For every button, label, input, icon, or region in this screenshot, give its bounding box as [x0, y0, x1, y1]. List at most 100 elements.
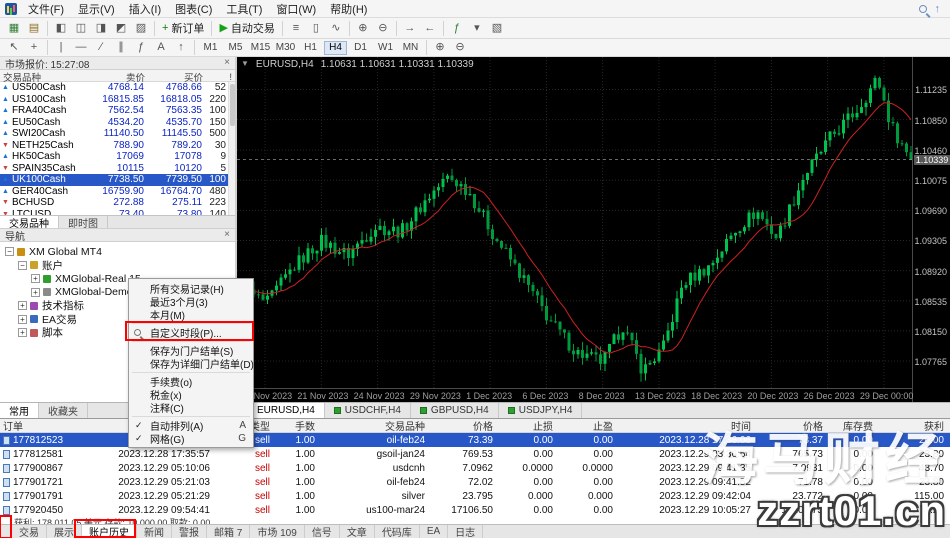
- history-col-3[interactable]: 手数: [276, 418, 321, 433]
- crosshair-button[interactable]: +: [24, 39, 44, 56]
- timeframe-m1[interactable]: M1: [199, 41, 222, 55]
- market-watch-row[interactable]: ▲US100Cash16815.8516818.05220: [0, 94, 235, 106]
- market-watch-row[interactable]: ▲GER40Cash16759.9016764.70480: [0, 186, 235, 198]
- chart-tab-1[interactable]: USDCHF,H4: [325, 403, 411, 418]
- terminal-tab-10[interactable]: EA: [420, 525, 448, 538]
- terminal-tab-1[interactable]: 展示: [47, 525, 82, 538]
- strategy-tester-toggle-button[interactable]: ▨: [131, 20, 151, 37]
- new-chart-button[interactable]: ▦: [4, 20, 24, 37]
- equidistant-channel-button[interactable]: ∥: [111, 39, 131, 56]
- menu-item-2[interactable]: 插入(I): [122, 0, 168, 19]
- timeframe-m30[interactable]: M30: [274, 41, 297, 55]
- terminal-tab-4[interactable]: 警报: [172, 525, 207, 538]
- zoom-out2-button[interactable]: ⊖: [450, 39, 470, 56]
- navigator-tab-1[interactable]: 收藏夹: [39, 403, 88, 418]
- expand-icon[interactable]: +: [18, 328, 27, 337]
- context-menu-item-4[interactable]: 自定义时段(P)...: [129, 326, 253, 339]
- navigator-toggle-button[interactable]: ◨: [91, 20, 111, 37]
- terminal-tab-7[interactable]: 信号: [305, 525, 340, 538]
- market-watch-row[interactable]: ▼LTCUSD73.4073.80140: [0, 209, 235, 216]
- history-col-11[interactable]: 获利: [879, 418, 950, 433]
- context-menu-item-11[interactable]: 注释(C): [129, 401, 253, 414]
- timeframes-menu-button[interactable]: ▾: [467, 20, 487, 37]
- history-row[interactable]: 1779204502023.12.29 09:54:41sell1.00us10…: [0, 503, 950, 517]
- collapse-icon[interactable]: −: [5, 247, 14, 256]
- market-watch-toggle-button[interactable]: ◧: [51, 20, 71, 37]
- history-col-10[interactable]: 库存费: [829, 418, 879, 433]
- zoom-out-button[interactable]: ⊖: [373, 20, 393, 37]
- market-watch-scrollbar[interactable]: [228, 82, 235, 215]
- chart-line-button[interactable]: ∿: [326, 20, 346, 37]
- timeframe-mn[interactable]: MN: [399, 41, 422, 55]
- collapse-icon[interactable]: −: [18, 261, 27, 270]
- history-col-6[interactable]: 止损: [499, 418, 559, 433]
- market-watch-tab-0[interactable]: 交易品种: [0, 216, 59, 228]
- history-row[interactable]: 1779017212023.12.29 05:21:03sell1.00oil-…: [0, 475, 950, 489]
- terminal-tab-11[interactable]: 日志: [448, 525, 483, 538]
- horizontal-line-button[interactable]: ―: [71, 39, 91, 56]
- expand-icon[interactable]: +: [31, 274, 40, 283]
- chart-candles-button[interactable]: ▯: [306, 20, 326, 37]
- chart-profiles-button[interactable]: ▤: [24, 20, 44, 37]
- history-col-7[interactable]: 止盈: [559, 418, 619, 433]
- market-watch-row[interactable]: ▼NETH25Cash788.90789.2030: [0, 140, 235, 152]
- history-col-8[interactable]: 时间: [619, 418, 757, 433]
- data-window-toggle-button[interactable]: ◫: [71, 20, 91, 37]
- context-menu-item-13[interactable]: ✓自动排列(A)A: [129, 419, 253, 432]
- arrow-tool-button[interactable]: ↑: [171, 39, 191, 56]
- context-menu-item-7[interactable]: 保存为详细门户结单(D): [129, 357, 253, 370]
- chart-dropdown-icon[interactable]: ▼: [241, 59, 249, 70]
- tree-item[interactable]: −账户: [3, 259, 235, 273]
- timeframe-h4[interactable]: H4: [324, 41, 347, 55]
- expand-icon[interactable]: +: [31, 288, 40, 297]
- search-icon[interactable]: [919, 5, 927, 13]
- context-menu-item-9[interactable]: 手续费(o): [129, 375, 253, 388]
- market-watch-row[interactable]: ▲EU50Cash4534.204535.70150: [0, 117, 235, 129]
- terminal-tab-8[interactable]: 文章: [340, 525, 375, 538]
- context-menu-item-14[interactable]: ✓网格(G)G: [129, 432, 253, 445]
- history-row[interactable]: 1779008672023.12.29 05:10:06sell1.00usdc…: [0, 461, 950, 475]
- time-axis[interactable]: 16 Nov 202321 Nov 202324 Nov 202329 Nov …: [237, 388, 912, 402]
- terminal-tab-5[interactable]: 邮箱 7: [207, 525, 250, 538]
- history-col-4[interactable]: 交易品种: [321, 418, 431, 433]
- market-watch-row[interactable]: ▲HK50Cash17069170789: [0, 151, 235, 163]
- menu-item-4[interactable]: 工具(T): [219, 0, 269, 19]
- trendline-button[interactable]: ∕: [91, 39, 111, 56]
- price-axis[interactable]: 1.112351.108501.104601.100751.096901.093…: [912, 57, 950, 402]
- terminal-tab-3[interactable]: 新闻: [137, 525, 172, 538]
- navigator-tab-0[interactable]: 常用: [0, 403, 39, 418]
- close-icon[interactable]: ×: [224, 230, 230, 240]
- zoom-in2-button[interactable]: ⊕: [430, 39, 450, 56]
- tree-item[interactable]: −XM Global MT4: [3, 245, 235, 259]
- context-menu-item-2[interactable]: 本月(M): [129, 308, 253, 321]
- scrollbar-thumb[interactable]: [230, 84, 235, 126]
- history-col-9[interactable]: 价格: [757, 418, 829, 433]
- history-col-5[interactable]: 价格: [431, 418, 499, 433]
- close-icon[interactable]: ×: [224, 58, 230, 68]
- menu-item-6[interactable]: 帮助(H): [323, 0, 374, 19]
- expand-icon[interactable]: +: [18, 315, 27, 324]
- market-watch-row[interactable]: ▲US500Cash4768.144768.6652: [0, 82, 235, 94]
- templates-menu-button[interactable]: ▧: [487, 20, 507, 37]
- timeframe-d1[interactable]: D1: [349, 41, 372, 55]
- new-order-button[interactable]: +新订单: [158, 20, 208, 37]
- market-watch-col-3[interactable]: !: [206, 72, 235, 83]
- menu-item-3[interactable]: 图表(C): [168, 0, 219, 19]
- fibonacci-button[interactable]: ƒ: [131, 39, 151, 56]
- terminal-tab-2[interactable]: 账户历史: [82, 525, 137, 538]
- market-watch-row[interactable]: ▲SWI20Cash11140.5011145.50500: [0, 128, 235, 140]
- market-watch-tab-1[interactable]: 即时图: [59, 216, 108, 228]
- market-watch-row[interactable]: ▲UK100Cash7738.507739.50100: [0, 174, 235, 186]
- history-col-0[interactable]: 订单: [0, 418, 88, 433]
- terminal-tab-9[interactable]: 代码库: [375, 525, 420, 538]
- autotrading-button[interactable]: ▶自动交易: [215, 20, 278, 37]
- terminal-toggle-button[interactable]: ◩: [111, 20, 131, 37]
- market-watch-row[interactable]: ▼BCHUSD272.88275.11223: [0, 197, 235, 209]
- auto-scroll-button[interactable]: →: [400, 20, 420, 37]
- vertical-line-button[interactable]: |: [51, 39, 71, 56]
- terminal-tab-6[interactable]: 市场 109: [250, 525, 304, 538]
- context-menu-item-10[interactable]: 税金(x): [129, 388, 253, 401]
- timeframe-h1[interactable]: H1: [299, 41, 322, 55]
- price-chart[interactable]: [237, 57, 912, 388]
- terminal-tab-0[interactable]: 交易: [12, 525, 47, 538]
